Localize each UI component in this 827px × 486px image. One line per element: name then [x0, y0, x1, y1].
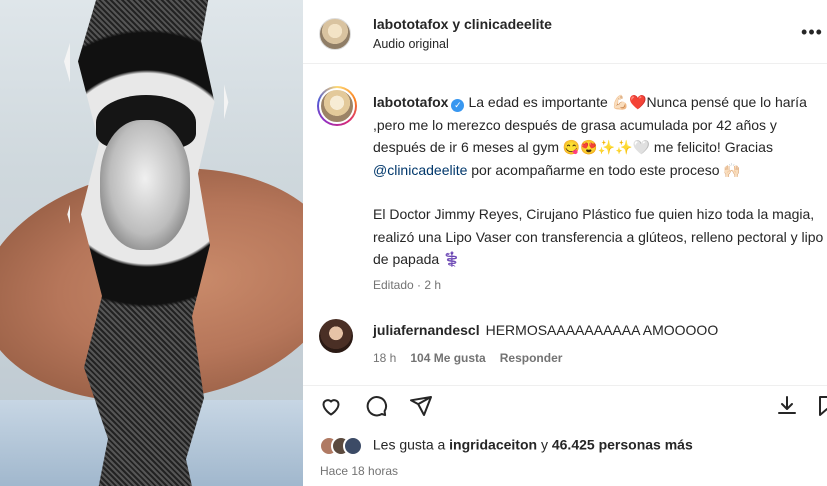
comment-time: 18 h — [373, 351, 397, 365]
caption-mention-link[interactable]: @clinicadeelite — [373, 162, 467, 178]
post-actions: Les gusta a ingridaceiton y 46.425 perso… — [303, 385, 827, 486]
download-icon[interactable] — [775, 394, 799, 418]
author-avatar[interactable] — [319, 18, 351, 50]
comment-username[interactable]: juliafernandescl — [373, 322, 480, 338]
caption-avatar-story-ring[interactable] — [317, 86, 357, 126]
liker-avatar[interactable] — [343, 436, 363, 456]
save-bookmark-icon[interactable] — [815, 394, 827, 418]
comment-icon[interactable] — [364, 394, 388, 418]
caption-avatar — [319, 88, 355, 124]
likes-summary: Les gusta a ingridaceiton y 46.425 perso… — [319, 436, 693, 456]
liker-username[interactable]: ingridaceiton — [449, 437, 537, 453]
commenter-avatar[interactable] — [319, 319, 353, 353]
comment-likes[interactable]: 104 Me gusta — [410, 351, 485, 365]
more-options-icon[interactable]: ••• — [800, 20, 824, 44]
post-caption: labototafox ✓ La edad es importante 💪🏻❤️Nu… — [373, 91, 825, 271]
like-heart-icon[interactable] — [319, 394, 343, 418]
comment-text: HERMOSAAAAAAAAAA AMOOOOO — [485, 322, 719, 338]
post-panel: labototafox y clinicadeelite Audio origi… — [303, 0, 827, 486]
post-authors[interactable]: labototafox y clinicadeelite — [373, 16, 552, 32]
caption-username[interactable]: labototafox — [373, 94, 448, 110]
post-time[interactable]: Hace 18 horas — [320, 464, 398, 478]
likes-mid: y — [537, 436, 552, 453]
caption-edited-time: Editado · 2 h — [373, 278, 442, 292]
comment: juliafernandescl HERMOSAAAAAAAAAA AMOOOOO — [373, 322, 718, 338]
likes-count[interactable]: 46.425 personas más — [552, 437, 693, 453]
likes-prefix: Les gusta a — [372, 436, 450, 453]
caption-text-end: por acompañarme en todo este proceso 🙌🏻 — [467, 161, 741, 178]
post-header: labototafox y clinicadeelite Audio origi… — [303, 0, 827, 64]
verified-icon: ✓ — [451, 99, 465, 112]
share-icon[interactable] — [409, 394, 433, 418]
audio-label[interactable]: Audio original — [373, 37, 449, 51]
caption-paragraph-2: El Doctor Jimmy Reyes, Cirujano Plástico… — [373, 206, 824, 267]
media-torn-edge — [64, 0, 229, 486]
comment-meta: 18 h 104 Me gusta Responder — [373, 351, 562, 365]
reply-button[interactable]: Responder — [500, 351, 563, 365]
comments-section: labototafox ✓ La edad es importante 💪🏻❤️Nu… — [303, 65, 827, 385]
post-media[interactable] — [0, 0, 303, 486]
